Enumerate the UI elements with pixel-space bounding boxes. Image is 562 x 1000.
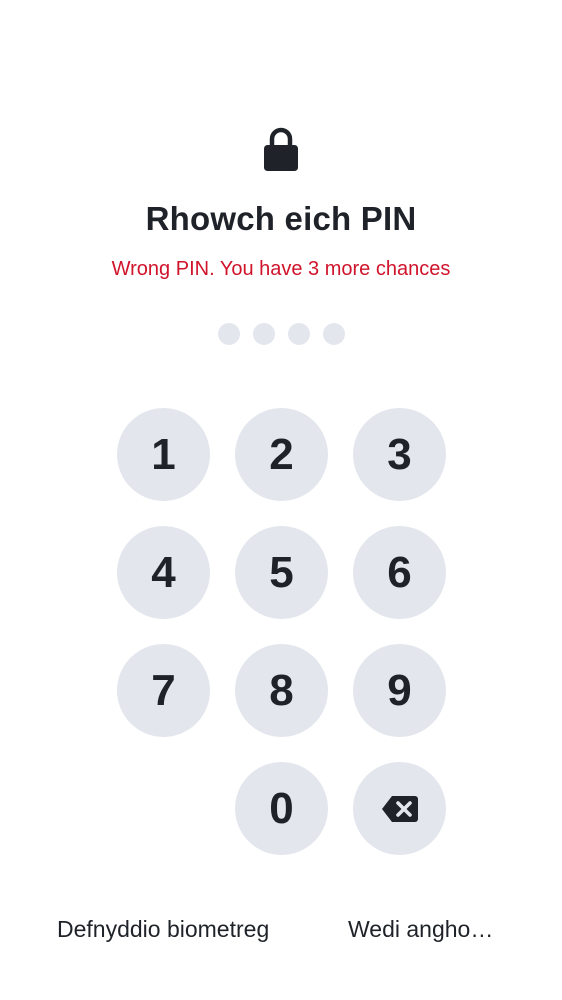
key-3-button[interactable]: 3 xyxy=(353,408,446,501)
pin-entry-screen: Rhowch eich PIN Wrong PIN. You have 3 mo… xyxy=(0,0,562,1000)
error-message: Wrong PIN. You have 3 more chances xyxy=(111,258,451,280)
key-8-button[interactable]: 8 xyxy=(235,644,328,737)
key-6-button[interactable]: 6 xyxy=(353,526,446,619)
pin-indicator xyxy=(218,323,345,345)
forgot-pin-link[interactable]: Wedi angho… xyxy=(348,916,493,943)
backspace-button[interactable] xyxy=(353,762,446,855)
lock-icon xyxy=(264,127,298,171)
key-5-button[interactable]: 5 xyxy=(235,526,328,619)
key-4-button[interactable]: 4 xyxy=(117,526,210,619)
key-1-button[interactable]: 1 xyxy=(117,408,210,501)
key-2-button[interactable]: 2 xyxy=(235,408,328,501)
pin-dot xyxy=(218,323,240,345)
backspace-icon xyxy=(381,795,418,822)
key-0-button[interactable]: 0 xyxy=(235,762,328,855)
key-7-button[interactable]: 7 xyxy=(117,644,210,737)
pin-dot xyxy=(288,323,310,345)
use-biometric-link[interactable]: Defnyddio biometreg xyxy=(57,916,269,943)
pin-dot xyxy=(253,323,275,345)
page-title: Rhowch eich PIN xyxy=(145,200,417,237)
pin-dot xyxy=(323,323,345,345)
key-9-button[interactable]: 9 xyxy=(353,644,446,737)
